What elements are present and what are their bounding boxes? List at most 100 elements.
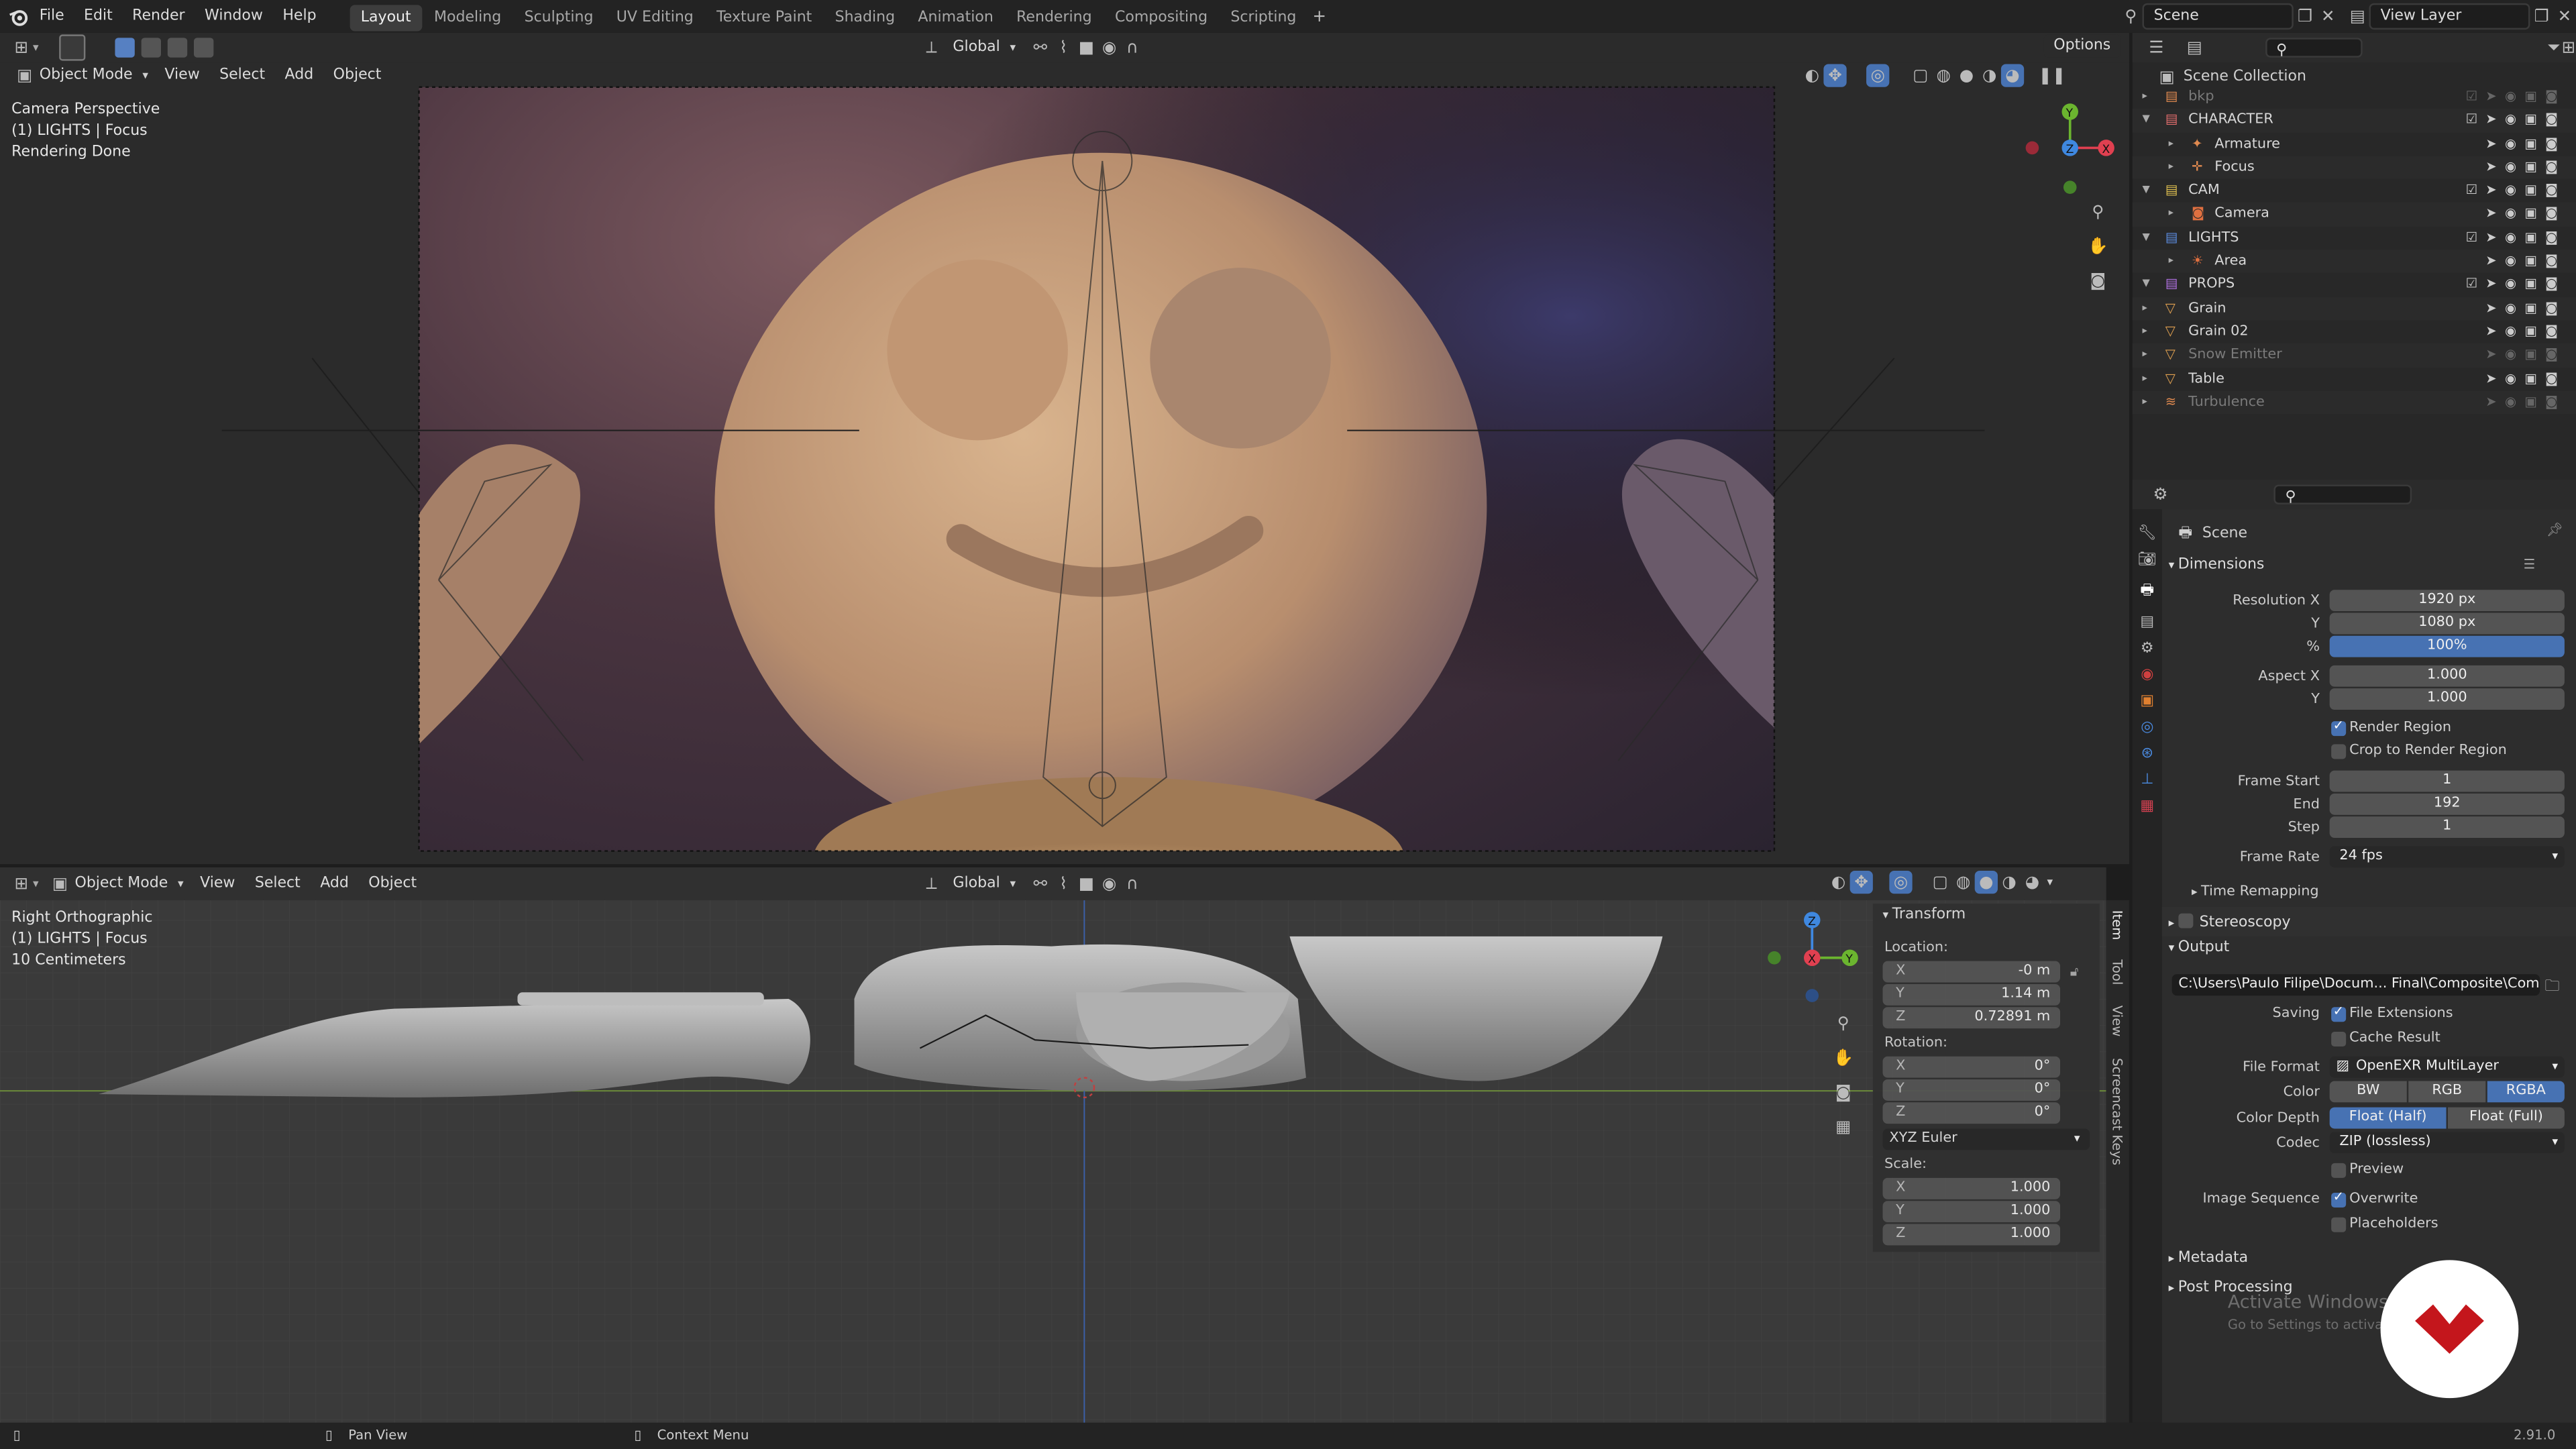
camera-viewport[interactable]: Camera Perspective (1) LIGHTS | Focus Re… xyxy=(0,62,2129,865)
expand-arrow-icon[interactable]: ▸ xyxy=(2169,250,2174,273)
navigation-gizmo-bottom[interactable]: Z Y X xyxy=(1761,904,1863,1006)
outliner-row[interactable]: ▸ ▤ bkp ☑➤◉▣◙ xyxy=(2133,85,2576,109)
proportional-falloff-icon[interactable]: ∩ xyxy=(1121,36,1144,59)
output-panel-header[interactable]: ▾ Output xyxy=(2169,940,2230,956)
workspace-tab-texture-paint[interactable]: Texture Paint xyxy=(705,5,824,31)
workspace-tab-shading[interactable]: Shading xyxy=(823,5,906,31)
scale-z-field[interactable]: Z 1.000 xyxy=(1882,1224,2061,1246)
editor-type-dropdown-bottom[interactable]: ⊞ ▾ xyxy=(10,872,39,895)
menu-window[interactable]: Window xyxy=(195,0,272,33)
outliner-row[interactable]: ▼ ▤ LIGHTS ☑➤◉▣◙ xyxy=(2133,226,2576,250)
presets-icon[interactable]: ☰ xyxy=(2524,557,2536,572)
delete-scene-icon[interactable]: ✕ xyxy=(2316,5,2339,28)
material-shading-icon[interactable]: ◑ xyxy=(1998,871,2021,894)
outliner-row[interactable]: ▸ ◙ Camera ➤◉▣◙ xyxy=(2132,203,2576,227)
expand-arrow-icon[interactable]: ▸ xyxy=(2142,368,2147,391)
visibility-toggle-icons[interactable]: ☑➤◉▣◙ xyxy=(2465,109,2566,132)
resolution-y-field[interactable]: 1080 px xyxy=(2329,612,2565,635)
rotation-mode-dropdown[interactable]: XYZ Euler ▾ xyxy=(1882,1128,2090,1150)
frame-start-field[interactable]: 1 xyxy=(2329,770,2565,792)
select-new-icon[interactable] xyxy=(115,38,135,58)
expand-arrow-icon[interactable]: ▸ xyxy=(2142,391,2147,415)
outliner-row[interactable]: ▸ ▽ Table ➤◉▣◙ xyxy=(2133,368,2576,391)
placeholders-checkbox[interactable] xyxy=(2331,1217,2347,1232)
mode-value[interactable]: Object Mode xyxy=(36,62,142,89)
mode-selector[interactable]: ▣ Object Mode ▾ xyxy=(13,62,148,89)
material-shading-icon[interactable]: ◑ xyxy=(1978,64,2001,87)
overlays-icon[interactable]: ◎ xyxy=(1866,64,1890,87)
metadata-panel-header[interactable]: ▸ Metadata xyxy=(2169,1250,2248,1267)
pivot-icon[interactable]: ⚯ xyxy=(1029,36,1052,59)
workspace-tab-animation[interactable]: Animation xyxy=(906,5,1005,31)
wireframe-shading-icon[interactable]: ◍ xyxy=(1932,64,1955,87)
navigation-gizmo[interactable]: Y X Z xyxy=(2021,99,2119,201)
solid-shading-icon[interactable]: ● xyxy=(1974,870,1998,894)
orientation-value[interactable]: Global xyxy=(943,34,1010,60)
viewport-menu-object[interactable]: Object xyxy=(359,871,427,897)
expand-arrow-icon[interactable]: ▸ xyxy=(2169,203,2174,226)
mode-value-bottom[interactable]: Object Mode xyxy=(72,871,178,897)
color-bw-button[interactable]: BW xyxy=(2329,1081,2407,1103)
outliner-row[interactable]: ▸ ≋ Turbulence ➤◉▣◙ xyxy=(2132,390,2576,415)
tool-tab-icon[interactable]: 🔧︎ xyxy=(2138,526,2157,542)
outliner-row[interactable]: ▼ ▤ CHARACTER ☑➤◉▣◙ xyxy=(2132,109,2576,133)
folder-icon[interactable]: 🗀︎ xyxy=(2545,974,2560,1000)
scale-y-field[interactable]: Y 1.000 xyxy=(1882,1201,2061,1223)
xray-icon[interactable]: ▢ xyxy=(1909,64,1932,87)
color-rgba-button[interactable]: RGBA xyxy=(2487,1081,2565,1103)
viewport-menu-object[interactable]: Object xyxy=(323,62,391,89)
viewport-menu-select[interactable]: Select xyxy=(245,871,310,897)
workspace-tab-uv-editing[interactable]: UV Editing xyxy=(605,5,705,31)
new-view-layer-icon[interactable]: ❐ xyxy=(2530,5,2553,28)
expand-arrow-icon[interactable]: ▸ xyxy=(2142,320,2147,343)
pause-render-icon[interactable]: ❚❚ xyxy=(2038,64,2065,87)
gizmo-icon[interactable]: ✥ xyxy=(1849,870,1873,894)
time-remapping-subpanel[interactable]: ▸ Time Remapping xyxy=(2192,884,2319,900)
editor-type-dropdown[interactable]: ⊞ ▾ xyxy=(10,36,39,59)
outliner-row[interactable]: ▸ ✦ Armature ➤◉▣◙ xyxy=(2133,132,2576,156)
frame-rate-dropdown[interactable]: 24 fps ▾ xyxy=(2329,846,2565,868)
file-format-dropdown[interactable]: ▨ OpenEXR MultiLayer ▾ xyxy=(2329,1056,2565,1078)
transform-orientation[interactable]: ⟂ Global ▾ ⚯ ⌇ ■ ◉ ∩ xyxy=(920,34,1144,60)
workspace-tab-compositing[interactable]: Compositing xyxy=(1104,5,1219,31)
location-x-field[interactable]: X -0 m xyxy=(1882,961,2061,983)
viewport-menu-view[interactable]: View xyxy=(155,62,210,89)
workspace-tab-rendering[interactable]: Rendering xyxy=(1005,5,1104,31)
scene-name[interactable]: Scene xyxy=(2142,3,2294,30)
file-extensions-checkbox[interactable] xyxy=(2331,1004,2347,1022)
preview-checkbox[interactable] xyxy=(2331,1163,2347,1178)
overwrite-checkbox[interactable] xyxy=(2331,1189,2347,1208)
pan-hand-icon[interactable]: ✋ xyxy=(2086,235,2109,258)
visibility-toggle-icons[interactable]: ➤◉▣◙ xyxy=(2485,132,2566,156)
physics-tab-icon[interactable]: ⊛ xyxy=(2141,746,2153,762)
codec-dropdown[interactable]: ZIP (lossless) ▾ xyxy=(2329,1132,2565,1154)
proportional-falloff-icon[interactable]: ∩ xyxy=(1121,872,1144,895)
snap-icon[interactable]: ⌇ xyxy=(1052,36,1075,59)
tab-item[interactable]: Item xyxy=(2110,910,2125,941)
camera-view-icon[interactable]: ◙ xyxy=(1832,1081,1855,1104)
solid-shading-icon[interactable]: ● xyxy=(1955,64,1978,87)
aspect-y-field[interactable]: 1.000 xyxy=(2329,688,2565,710)
rendered-shading-icon[interactable]: ◕ xyxy=(2000,64,2025,87)
menu-render[interactable]: Render xyxy=(122,0,195,33)
visibility-toggle-icons[interactable]: ➤◉▣◙ xyxy=(2485,297,2566,320)
render-tab-icon[interactable]: 📷︎ xyxy=(2138,552,2157,568)
color-rgb-button[interactable]: RGB xyxy=(2408,1081,2486,1103)
workspace-tab-sculpting[interactable]: Sculpting xyxy=(513,5,604,31)
location-y-field[interactable]: Y 1.14 m xyxy=(1882,983,2061,1006)
rotation-y-field[interactable]: Y 0° xyxy=(1882,1079,2061,1101)
aspect-x-field[interactable]: 1.000 xyxy=(2329,665,2565,687)
object-tab-icon[interactable]: ▣ xyxy=(2140,693,2154,709)
outliner-row[interactable]: ▸ ▽ Snow Emitter ➤◉▣◙ xyxy=(2132,343,2576,368)
zoom-icon[interactable]: ⚲ xyxy=(1832,1012,1855,1035)
outliner-editor-icon[interactable]: ☰ xyxy=(2149,36,2163,59)
dimensions-panel-header[interactable]: ▾ Dimensions xyxy=(2169,557,2265,573)
overlays-icon[interactable]: ◎ xyxy=(1889,870,1913,894)
add-workspace-icon[interactable]: + xyxy=(1308,5,1331,28)
texture-tab-icon[interactable]: ▦ xyxy=(2140,798,2154,814)
options-dropdown[interactable]: Options xyxy=(2043,34,2121,58)
snap-target-icon[interactable]: ■ xyxy=(1075,36,1097,59)
outliner-search[interactable]: ⚲ xyxy=(2264,38,2363,59)
view-layer-selector[interactable]: ▤ View Layer ❐ ✕ xyxy=(2346,3,2576,30)
viewport-menu-view[interactable]: View xyxy=(190,871,245,897)
